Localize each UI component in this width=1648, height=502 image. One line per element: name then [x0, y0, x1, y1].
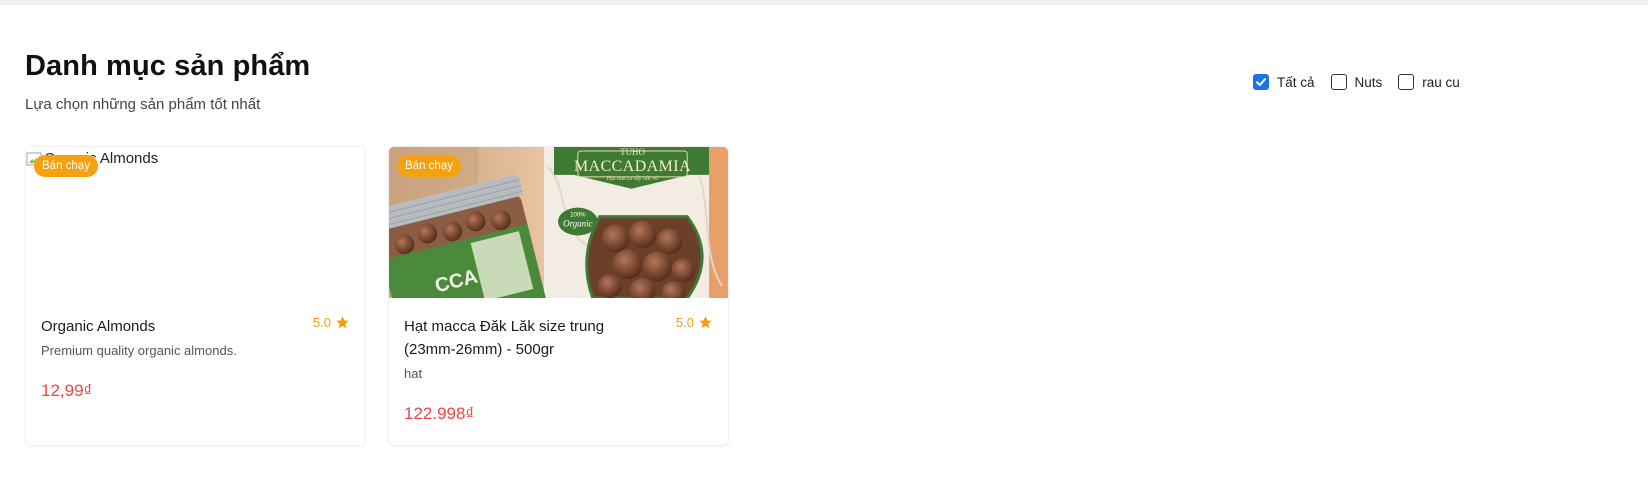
filter-all[interactable]: Tất cả [1253, 74, 1315, 90]
product-name[interactable]: Organic Almonds [41, 315, 296, 338]
filter-rau-cu-checkbox[interactable] [1398, 74, 1415, 90]
box-tagline-text: Hạt macca sấy nứt vỏ [607, 175, 659, 182]
rating-value: 5.0 [675, 315, 694, 330]
page-title: Danh mục sản phẩm [25, 50, 311, 82]
rating-value: 5.0 [312, 315, 331, 330]
product-price: 12,99₫ [41, 381, 93, 400]
product-description: Premium quality organic almonds. [41, 343, 237, 358]
box-title-text: MACCADAMIA [574, 158, 691, 175]
stamp-text: Organic [563, 219, 592, 229]
box-brand-text: TUHO [620, 147, 645, 157]
star-icon [336, 316, 349, 329]
product-card[interactable]: TUHO MACCADAMIA Hạt macca sấy nứt vỏ 100… [388, 146, 729, 446]
bestseller-badge: Bán chạy [397, 155, 461, 177]
top-bar [0, 0, 1648, 5]
product-card[interactable]: Organic Almonds Bán chạy Organic Almonds… [25, 146, 366, 446]
filter-all-label: Tất cả [1277, 74, 1315, 90]
product-image[interactable]: TUHO MACCADAMIA Hạt macca sấy nứt vỏ 100… [389, 147, 728, 299]
filter-rau-cu[interactable]: rau cu [1398, 74, 1460, 90]
product-price: 122.998₫ [404, 404, 475, 423]
star-icon [699, 316, 712, 329]
product-description: hat [404, 366, 423, 381]
bestseller-badge: Bán chạy [34, 155, 98, 177]
filter-all-checkbox[interactable] [1253, 74, 1269, 90]
category-filters: Tất cả Nuts rau cu [1253, 74, 1476, 90]
filter-nuts-label: Nuts [1354, 74, 1383, 90]
product-rating: 5.0 [313, 315, 350, 330]
product-name[interactable]: Hạt macca Đăk Lăk size trung (23mm-26mm)… [404, 315, 659, 361]
filter-rau-cu-label: rau cu [1422, 74, 1460, 90]
page-subtitle: Lựa chọn những sản phẩm tốt nhất [25, 96, 261, 113]
product-rating: 5.0 [676, 315, 713, 330]
product-image[interactable]: Organic Almonds Bán chạy [26, 147, 365, 299]
filter-nuts-checkbox[interactable] [1330, 74, 1347, 90]
filter-nuts[interactable]: Nuts [1330, 74, 1383, 90]
checkmark-icon [1256, 78, 1266, 86]
